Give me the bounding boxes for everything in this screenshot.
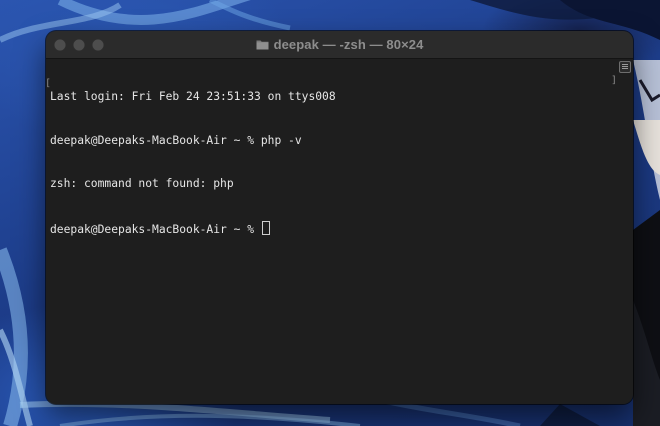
prompt-text: deepak@Deepaks-MacBook-Air ~ % (50, 222, 261, 236)
terminal-line-last-login: Last login: Fri Feb 24 23:51:33 on ttys0… (50, 90, 336, 103)
window-title-text: deepak — -zsh — 80×24 (273, 37, 424, 52)
folder-icon (256, 40, 269, 50)
terminal-output[interactable]: Last login: Fri Feb 24 23:51:33 on ttys0… (46, 59, 619, 404)
scrollbar-gutter[interactable] (619, 59, 633, 404)
split-pane-icon[interactable] (619, 61, 631, 73)
terminal-line-prompt[interactable]: deepak@Deepaks-MacBook-Air ~ % (50, 220, 619, 236)
mark-bracket-left: [ (46, 78, 51, 89)
window-titlebar[interactable]: deepak — -zsh — 80×24 (46, 31, 633, 59)
window-title: deepak — -zsh — 80×24 (46, 31, 633, 58)
terminal-window[interactable]: deepak — -zsh — 80×24 Last login: Fri Fe… (46, 31, 633, 404)
text-cursor (261, 220, 270, 235)
terminal-line-error: zsh: command not found: php (50, 177, 234, 190)
terminal-line-command: deepak@Deepaks-MacBook-Air ~ % php -v (50, 133, 302, 147)
mark-bracket-right: ] (611, 75, 618, 86)
